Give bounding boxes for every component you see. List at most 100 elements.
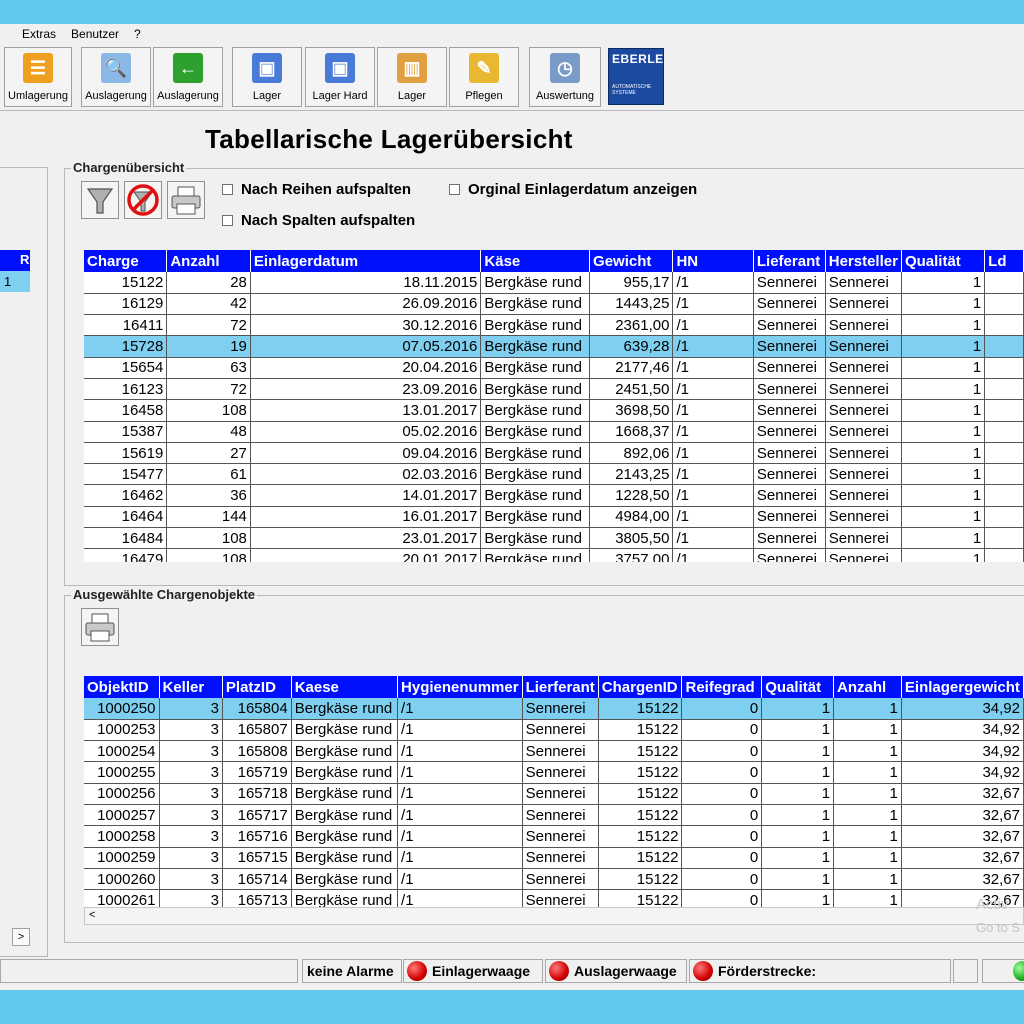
objects-table-cell: 165713 [222,889,292,907]
left-grid-cell: 1 [4,274,12,289]
charge-table-cell: Sennerei [753,272,826,294]
charge-table-column-header[interactable]: Anzahl [166,250,251,272]
objects-table-row[interactable]: 1000261 3 165713 Bergkäse rund/1 Sennerei 151… [84,889,1024,907]
objects-table-column-header[interactable]: ChargenID [598,676,683,698]
charge-table-column-header[interactable]: Lieferant [753,250,826,272]
objects-table-cell: 0 [681,783,763,805]
charge-table-column-header[interactable]: Qualität [901,250,986,272]
toolbar-button-5[interactable]: ▥ Lager [377,47,447,107]
objects-table-row[interactable]: 1000250 3 165804 Bergkäse rund/1 Sennerei 151… [84,698,1024,720]
objects-table-row[interactable]: 1000256 3 165718 Bergkäse rund/1 Sennerei 151… [84,783,1024,805]
menu-extras[interactable]: Extras [22,27,56,41]
checkbox-box[interactable] [449,184,460,195]
objects-table-cell: 15122 [598,783,683,805]
toolbar-button-1[interactable]: 🔍 Auslagerung [81,47,151,107]
objects-table-cell: Bergkäse rund [291,804,399,827]
objects-table-cell: 165808 [222,740,292,763]
charge-table-cell: 72 [166,378,251,401]
charge-table-column-header[interactable]: Käse [480,250,591,272]
objects-table-row[interactable]: 1000258 3 165716 Bergkäse rund/1 Sennerei 151… [84,825,1024,848]
charge-table-cell [984,548,1024,562]
charge-table-cell: 26.09.2016 [250,293,482,316]
charge-table-row[interactable]: 15654 63 20.04.2016 Bergkäse rund 2177,46/1 S… [84,357,1024,379]
umlagerung-icon: ☰ [23,53,53,83]
objects-table-column-header[interactable]: Einlagergewicht [901,676,1024,698]
red-led-icon [407,961,427,981]
charge-table-cell: /1 [672,484,754,507]
objects-table-row[interactable]: 1000255 3 165719 Bergkäse rund/1 Sennerei 151… [84,761,1024,784]
split-rows-checkbox[interactable]: Nach Reihen aufspalten [222,181,411,198]
objects-table-cell: 32,67 [901,825,1024,848]
objects-table-row[interactable]: 1000254 3 165808 Bergkäse rund/1 Sennerei 151… [84,740,1024,763]
charge-table-cell: Sennerei [753,314,826,337]
objects-table-row[interactable]: 1000260 3 165714 Bergkäse rund/1 Sennerei 151… [84,868,1024,891]
scroll-left-arrow[interactable]: < [89,909,95,921]
charge-table-cell: /1 [672,378,754,401]
objects-table-column-header[interactable]: ObjektID [84,676,160,698]
toolbar-button-7[interactable]: ◷ Auswertung [529,47,601,107]
objects-table-column-header[interactable]: Kaese [291,676,399,698]
charge-table-row[interactable]: 16129 42 26.09.2016 Bergkäse rund 1443,25/1 S… [84,293,1024,316]
charge-table-row[interactable]: 16458 108 13.01.2017 Bergkäse rund 3698,50/1… [84,399,1024,422]
checkbox-box[interactable] [222,215,233,226]
menu-benutzer[interactable]: Benutzer [71,27,119,41]
charge-table-column-header[interactable]: Einlagerdatum [250,250,482,272]
charge-table-row[interactable]: 16411 72 30.12.2016 Bergkäse rund 2361,00/1 S… [84,314,1024,337]
charge-table-row[interactable]: 15728 19 07.05.2016 Bergkäse rund 639,28/1 Se… [84,335,1024,358]
objects-table-cell: Bergkäse rund [291,761,399,784]
charge-table-column-header[interactable]: Gewicht [589,250,674,272]
toolbar-button-4[interactable]: ▣ Lager Hard [305,47,375,107]
charge-table-column-header[interactable]: Charge [84,250,168,272]
charge-table-row[interactable]: 15387 48 05.02.2016 Bergkäse rund 1668,37/1 S… [84,421,1024,443]
print-objects-button[interactable] [81,608,119,646]
objects-table-cell: 1 [761,825,835,848]
charge-table-cell: Sennerei [825,272,902,294]
charge-table-row[interactable]: 15477 61 02.03.2016 Bergkäse rund 2143,25/1 S… [84,463,1024,486]
objects-table-row[interactable]: 1000259 3 165715 Bergkäse rund/1 Sennerei 151… [84,847,1024,869]
objects-table-column-header[interactable]: Hygienenummer [397,676,523,698]
checkbox-box[interactable] [222,184,233,195]
charge-table-row[interactable]: 16479 108 20.01.2017 Bergkäse rund 3757,00/1… [84,548,1024,562]
charge-table-cell: Bergkäse rund [480,506,591,529]
left-grid-row[interactable]: 1 [0,271,30,292]
charge-table-row[interactable]: 16462 36 14.01.2017 Bergkäse rund 1228,50/1 S… [84,484,1024,507]
charge-table-column-header[interactable]: Ld [984,250,1024,272]
objects-table-cell: Bergkäse rund [291,783,399,805]
toolbar-button-0[interactable]: ☰ Umlagerung [4,47,72,107]
filter-button[interactable] [81,181,119,219]
scroll-right-button[interactable]: > [12,928,30,946]
objects-table-row[interactable]: 1000253 3 165807 Bergkäse rund/1 Sennerei 151… [84,719,1024,742]
objects-table-cell: Bergkäse rund [291,825,399,848]
objects-table-column-header[interactable]: Qualität [761,676,835,698]
charge-table-row[interactable]: 15122 28 18.11.2015 Bergkäse rund 955,17/1 Se… [84,272,1024,294]
menu-help[interactable]: ? [134,27,141,41]
status-segment-green [982,959,1024,983]
objects-table-column-header[interactable]: Anzahl [833,676,902,698]
charge-table-cell: 19 [166,335,251,358]
toolbar-button-2[interactable]: ← Auslagerung [153,47,223,107]
logo-subtitle: AUTOMATISCHE SYSTEME [612,84,652,96]
objects-horizontal-scrollbar[interactable]: < [84,907,1024,925]
charge-table-column-header[interactable]: HN [672,250,754,272]
objects-table-row[interactable]: 1000257 3 165717 Bergkäse rund/1 Sennerei 151… [84,804,1024,827]
objects-table-column-header[interactable]: Reifegrad [681,676,763,698]
charge-table-cell: 1 [901,506,986,529]
charge-table-row[interactable]: 15619 27 09.04.2016 Bergkäse rund 892,06/1 Se… [84,442,1024,465]
toolbar-button-3[interactable]: ▣ Lager [232,47,302,107]
objects-table-column-header[interactable]: Keller [159,676,223,698]
charge-table-cell: Sennerei [753,484,826,507]
charge-table-column-header[interactable]: Hersteller [825,250,902,272]
charge-table-row[interactable]: 16123 72 23.09.2016 Bergkäse rund 2451,50/1 S… [84,378,1024,401]
print-charges-button[interactable] [167,181,205,219]
charge-table-cell: Sennerei [753,548,826,562]
charge-table-row[interactable]: 16484 108 23.01.2017 Bergkäse rund 3805,50/1… [84,527,1024,550]
charge-table-row[interactable]: 16464 144 16.01.2017 Bergkäse rund 4984,00/1… [84,506,1024,529]
objects-table-column-header[interactable]: Lierferant [522,676,599,698]
split-columns-checkbox[interactable]: Nach Spalten aufspalten [222,212,415,229]
toolbar-button-6[interactable]: ✎ Pflegen [449,47,519,107]
objects-table-cell: /1 [397,868,523,891]
clear-filter-button[interactable] [124,181,162,219]
objects-table-column-header[interactable]: PlatzID [222,676,292,698]
original-date-checkbox[interactable]: Orginal Einlagerdatum anzeigen [449,181,697,198]
objects-table-cell: 0 [681,761,763,784]
